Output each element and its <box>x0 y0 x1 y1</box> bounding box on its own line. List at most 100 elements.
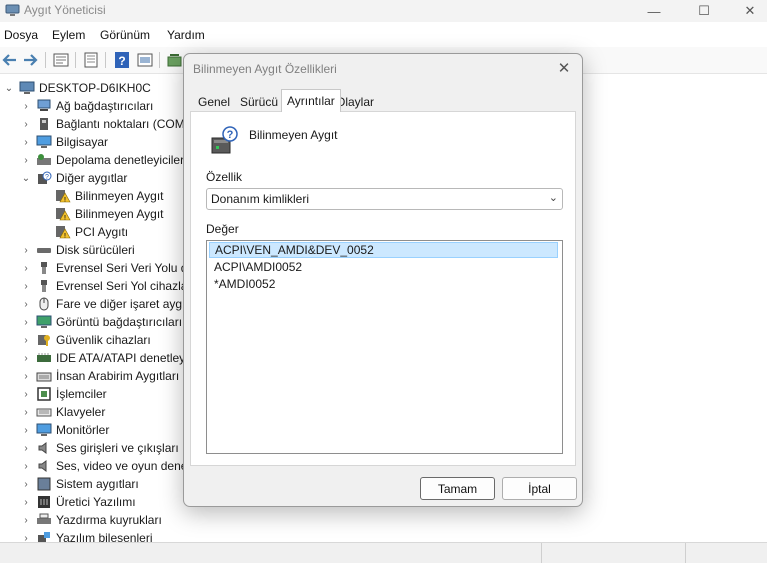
tree-item[interactable]: › Evrensel Seri Yol cihazlar <box>20 277 191 295</box>
tree-item[interactable]: › Yazdırma kuyrukları <box>20 511 161 529</box>
tree-item[interactable]: › IDE ATA/ATAPI denetley <box>20 349 185 367</box>
tree-item[interactable]: › Güvenlik cihazları <box>20 331 150 349</box>
toolbar-separator <box>105 52 106 68</box>
list-item[interactable]: ACPI\AMDI0052 <box>209 259 558 275</box>
tree-item[interactable]: › Disk sürücüleri <box>20 241 134 259</box>
toolbar-separator <box>45 52 46 68</box>
maximize-button[interactable]: ☐ <box>681 0 727 22</box>
chevron-down-icon[interactable]: ⌄ <box>549 191 558 204</box>
computer-icon <box>36 135 52 148</box>
tree-item[interactable]: › İşlemciler <box>20 385 106 403</box>
menu-action[interactable]: Eylem <box>52 28 85 42</box>
svg-text:!: ! <box>64 216 66 222</box>
properties-icon[interactable] <box>52 51 70 69</box>
menu-bar: Dosya Eylem Görünüm Yardım <box>0 24 767 46</box>
menu-view[interactable]: Görünüm <box>100 28 150 42</box>
firmware-icon <box>38 496 50 508</box>
warning-device-icon: ! <box>56 190 71 203</box>
chevron-right-icon[interactable]: › <box>20 496 32 508</box>
tree-item[interactable]: › Fare ve diğer işaret aygıt <box>20 295 188 313</box>
tree-item[interactable]: › Bağlantı noktaları (COM <box>20 115 184 133</box>
chevron-right-icon[interactable]: › <box>20 406 32 418</box>
tree-item-label: Bilinmeyen Aygıt <box>75 189 164 203</box>
chevron-right-icon[interactable]: › <box>20 352 32 364</box>
tree-item[interactable]: › Görüntü bağdaştırıcıları <box>20 313 182 331</box>
speaker-icon <box>38 442 47 454</box>
tree-item[interactable]: › Depolama denetleyiciler <box>20 151 184 169</box>
tree-item-label: Bilinmeyen Aygıt <box>75 207 164 221</box>
close-button[interactable]: ✕ <box>727 0 767 22</box>
tab-driver[interactable]: Sürücü <box>235 92 283 111</box>
chevron-right-icon[interactable]: › <box>20 100 32 112</box>
chevron-right-icon[interactable]: › <box>20 334 32 346</box>
tree-item[interactable]: › Monitörler <box>20 421 109 439</box>
tree-item-label: Ses girişleri ve çıkışları <box>56 441 179 455</box>
chevron-right-icon[interactable]: › <box>20 298 32 310</box>
dialog-close-button[interactable]: ✕ <box>554 59 574 77</box>
ok-button[interactable]: Tamam <box>420 477 495 500</box>
tab-details[interactable]: Ayrıntılar <box>281 89 341 112</box>
forward-icon[interactable] <box>21 51 39 69</box>
tree-root[interactable]: ⌄ DESKTOP-D6IKH0C <box>3 79 151 97</box>
tab-general[interactable]: Genel <box>193 92 235 111</box>
list-item[interactable]: ACPI\VEN_AMDI&DEV_0052 <box>209 242 558 258</box>
tree-item-label: Klavyeler <box>56 405 106 419</box>
chevron-right-icon[interactable]: › <box>20 316 32 328</box>
chevron-right-icon[interactable]: › <box>20 478 32 490</box>
computer-icon <box>19 81 35 94</box>
tree-item-label: Evrensel Seri Yol cihazlar <box>56 279 192 293</box>
tree-item[interactable]: › Evrensel Seri Veri Yolu de <box>20 259 194 277</box>
value-list[interactable]: ACPI\VEN_AMDI&DEV_0052 ACPI\AMDI0052 *AM… <box>206 240 563 454</box>
back-icon[interactable] <box>1 51 19 69</box>
chevron-down-icon[interactable]: ⌄ <box>20 172 32 184</box>
chevron-right-icon[interactable]: › <box>20 154 32 166</box>
tree-item[interactable]: › Ses girişleri ve çıkışları <box>20 439 179 457</box>
tree-item-label: Sistem aygıtları <box>56 477 139 491</box>
view-icon[interactable] <box>136 51 154 69</box>
chevron-right-icon[interactable]: › <box>20 280 32 292</box>
chevron-right-icon[interactable]: › <box>20 424 32 436</box>
chevron-right-icon[interactable]: › <box>20 262 32 274</box>
chevron-right-icon[interactable]: › <box>20 442 32 454</box>
list-item[interactable]: *AMDI0052 <box>209 276 558 292</box>
property-select[interactable]: Donanım kimlikleri ⌄ <box>206 188 563 210</box>
chevron-right-icon[interactable]: › <box>20 460 32 472</box>
tree-item[interactable]: › Sistem aygıtları <box>20 475 139 493</box>
tree-item[interactable]: › Ağ bağdaştırıcıları <box>20 97 153 115</box>
chevron-down-icon[interactable]: ⌄ <box>3 82 15 94</box>
network-adapter-icon <box>37 99 51 111</box>
keyboard-icon <box>36 408 52 417</box>
device-name: Bilinmeyen Aygıt <box>249 128 338 142</box>
chevron-right-icon[interactable]: › <box>20 388 32 400</box>
menu-help[interactable]: Yardım <box>167 28 205 42</box>
driver-icon[interactable] <box>82 51 100 69</box>
tree-item[interactable]: › İnsan Arabirim Aygıtları <box>20 367 179 385</box>
chevron-right-icon[interactable]: › <box>20 136 32 148</box>
value-label: Değer <box>206 222 239 236</box>
scan-icon[interactable] <box>166 51 184 69</box>
minimize-button[interactable]: — <box>631 0 677 22</box>
usb-icon <box>41 280 47 292</box>
tree-item[interactable]: ! Bilinmeyen Aygıt <box>55 187 164 205</box>
toolbar-separator <box>75 52 76 68</box>
tree-item[interactable]: › Bilgisayar <box>20 133 108 151</box>
chevron-right-icon[interactable]: › <box>20 370 32 382</box>
tree-item-label: IDE ATA/ATAPI denetley <box>56 351 186 365</box>
tree-item[interactable]: › Üretici Yazılımı <box>20 493 135 511</box>
status-divider <box>541 543 542 563</box>
dialog-title: Bilinmeyen Aygıt Özellikleri <box>193 62 337 76</box>
disk-drive-icon <box>37 248 51 253</box>
chevron-right-icon[interactable]: › <box>20 514 32 526</box>
tree-item[interactable]: ! PCI Aygıtı <box>55 223 128 241</box>
tree-item[interactable]: › Ses, video ve oyun dene <box>20 457 187 475</box>
chevron-right-icon[interactable]: › <box>20 244 32 256</box>
tree-item[interactable]: ⌄ ? Diğer aygıtlar <box>20 169 128 187</box>
help-icon[interactable]: ? <box>113 51 131 69</box>
cancel-button[interactable]: İptal <box>502 477 577 500</box>
tree-item[interactable]: › Klavyeler <box>20 403 105 421</box>
storage-controller-icon <box>37 154 51 165</box>
menu-file[interactable]: Dosya <box>4 28 38 42</box>
security-device-icon <box>38 335 50 346</box>
chevron-right-icon[interactable]: › <box>20 118 32 130</box>
tree-item[interactable]: ! Bilinmeyen Aygıt <box>55 205 164 223</box>
